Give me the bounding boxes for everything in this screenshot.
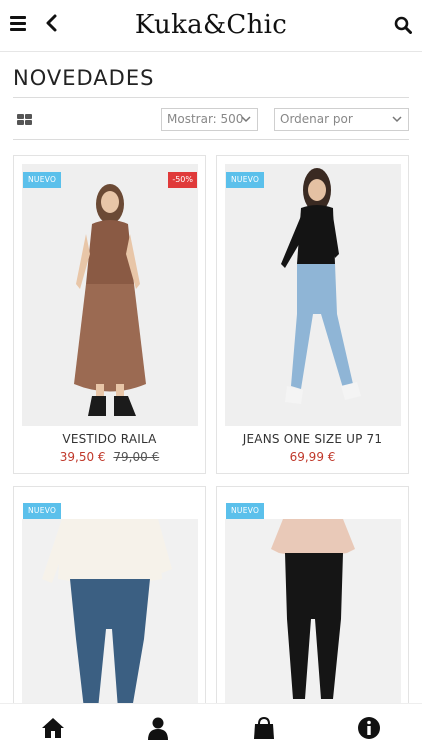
product-price: 69,99 € (217, 450, 408, 464)
app-header: Kuka&Chic (0, 0, 422, 52)
page-title: NOVEDADES (13, 66, 155, 90)
product-card[interactable]: NUEVO (216, 486, 409, 716)
product-image[interactable] (22, 519, 198, 715)
bottom-navigation (0, 703, 422, 750)
new-badge: NUEVO (23, 503, 62, 519)
brand-logo[interactable]: Kuka&Chic (0, 10, 422, 40)
product-image[interactable] (22, 164, 198, 426)
original-price: 79,00 € (113, 450, 160, 464)
info-icon[interactable] (357, 716, 381, 740)
current-price: 69,99 € (289, 450, 336, 464)
home-icon[interactable] (41, 716, 65, 740)
product-price: 39,50 € 79,00 € (14, 450, 205, 464)
new-badge: NUEVO (226, 503, 265, 519)
product-card[interactable]: NUEVO (13, 486, 206, 716)
shopping-bag-icon[interactable] (252, 716, 276, 740)
chevron-down-icon (241, 116, 251, 123)
sort-select[interactable]: Ordenar por (274, 108, 409, 131)
user-icon[interactable] (146, 716, 170, 740)
show-count-value: Mostrar: 500 (167, 112, 244, 126)
current-price: 39,50 € (59, 450, 106, 464)
chevron-down-icon (392, 116, 402, 123)
search-icon[interactable] (394, 16, 412, 34)
toolbar-divider (13, 139, 409, 140)
new-badge: NUEVO (23, 172, 62, 188)
show-count-select[interactable]: Mostrar: 500 (161, 108, 258, 131)
new-badge: NUEVO (226, 172, 265, 188)
product-name[interactable]: JEANS ONE SIZE UP 71 (217, 432, 408, 446)
product-card[interactable]: NUEVO JEANS ONE SIZE UP 71 69,99 € (216, 155, 409, 474)
product-image[interactable] (225, 519, 401, 715)
product-card[interactable]: NUEVO -50% VESTIDO RAILA 39,50 € 79,00 € (13, 155, 206, 474)
sort-value: Ordenar por (280, 112, 353, 126)
title-divider (13, 97, 409, 98)
grid-view-icon[interactable] (17, 114, 32, 126)
product-name[interactable]: VESTIDO RAILA (14, 432, 205, 446)
discount-badge: -50% (168, 172, 197, 188)
product-image[interactable] (225, 164, 401, 426)
